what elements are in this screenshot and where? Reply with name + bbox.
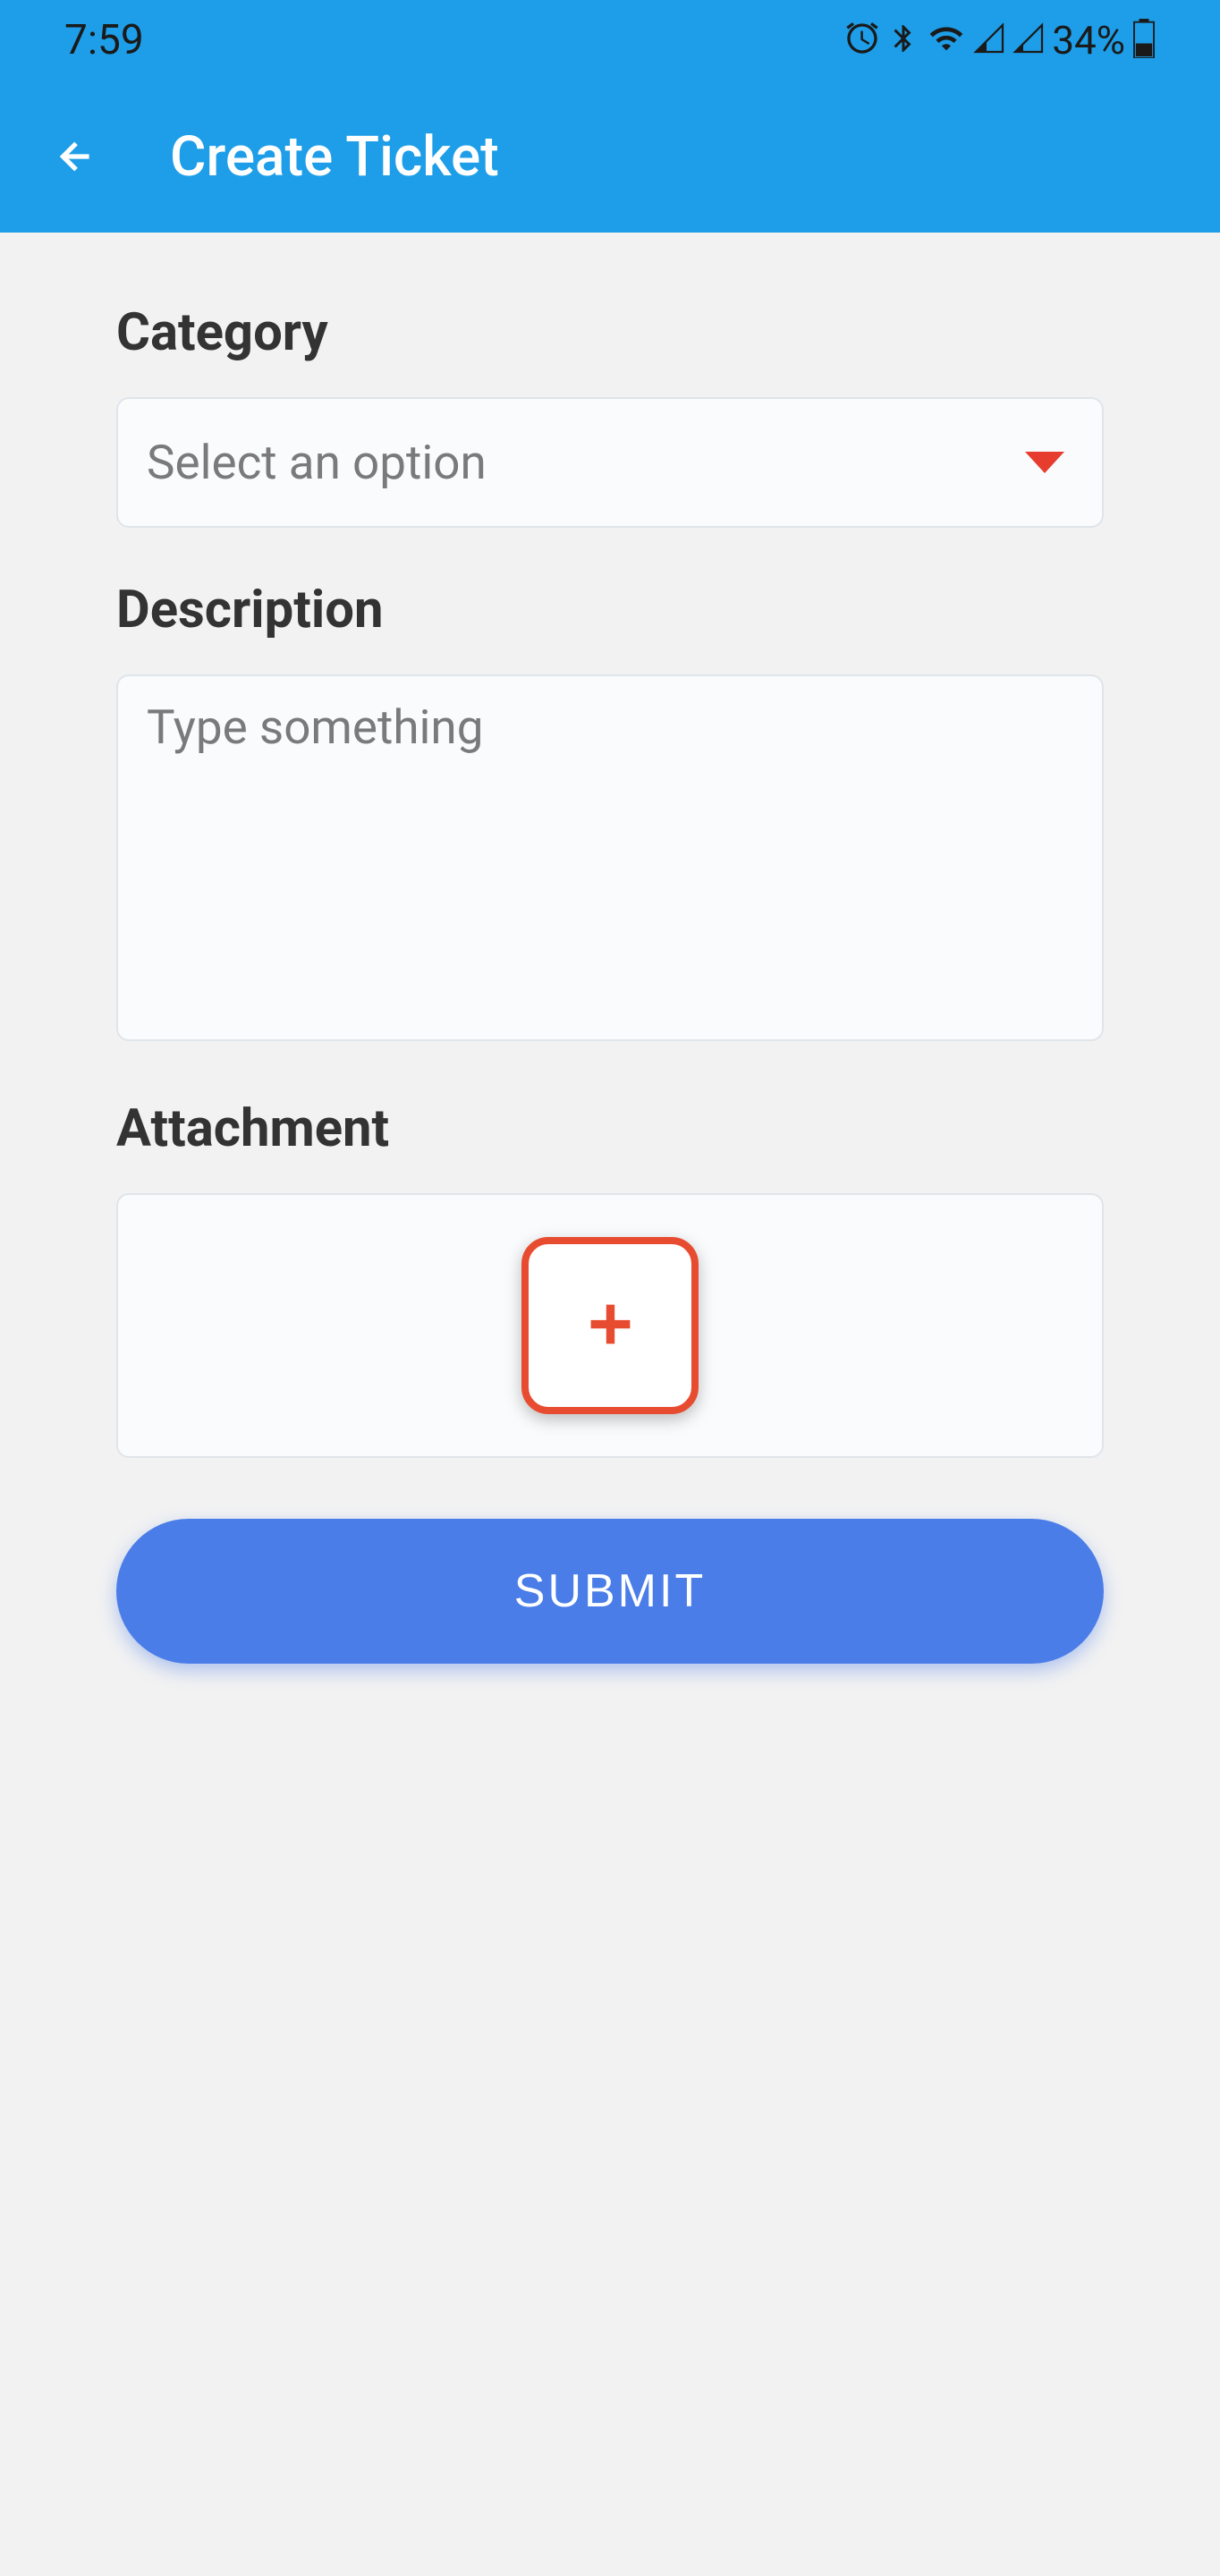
page-title: Create Ticket xyxy=(170,124,499,190)
signal-2-icon xyxy=(1012,21,1045,60)
back-button[interactable] xyxy=(54,134,98,179)
status-bar: 7:59 34% xyxy=(0,0,1220,80)
arrow-left-icon xyxy=(54,134,98,179)
battery-percent: 34% xyxy=(1052,17,1125,64)
category-placeholder: Select an option xyxy=(147,435,487,490)
category-select[interactable]: Select an option xyxy=(116,397,1104,528)
status-icons-group: 34% xyxy=(844,17,1156,64)
status-time: 7:59 xyxy=(64,16,144,64)
wifi-icon xyxy=(927,21,966,60)
signal-1-icon xyxy=(973,21,1005,60)
attachment-area xyxy=(116,1193,1104,1458)
description-input[interactable] xyxy=(116,674,1104,1041)
bluetooth-icon xyxy=(887,21,919,60)
submit-button[interactable]: SUBMIT xyxy=(116,1519,1104,1664)
app-header: Create Ticket xyxy=(0,80,1220,233)
description-label: Description xyxy=(116,580,1104,640)
caret-down-icon xyxy=(1025,452,1064,473)
category-label: Category xyxy=(116,302,1104,363)
attachment-label: Attachment xyxy=(116,1098,1104,1159)
battery-icon xyxy=(1132,19,1156,62)
alarm-icon xyxy=(844,21,880,60)
form-content: Category Select an option Description At… xyxy=(0,233,1220,1664)
plus-icon xyxy=(577,1291,644,1361)
add-attachment-button[interactable] xyxy=(521,1237,699,1414)
